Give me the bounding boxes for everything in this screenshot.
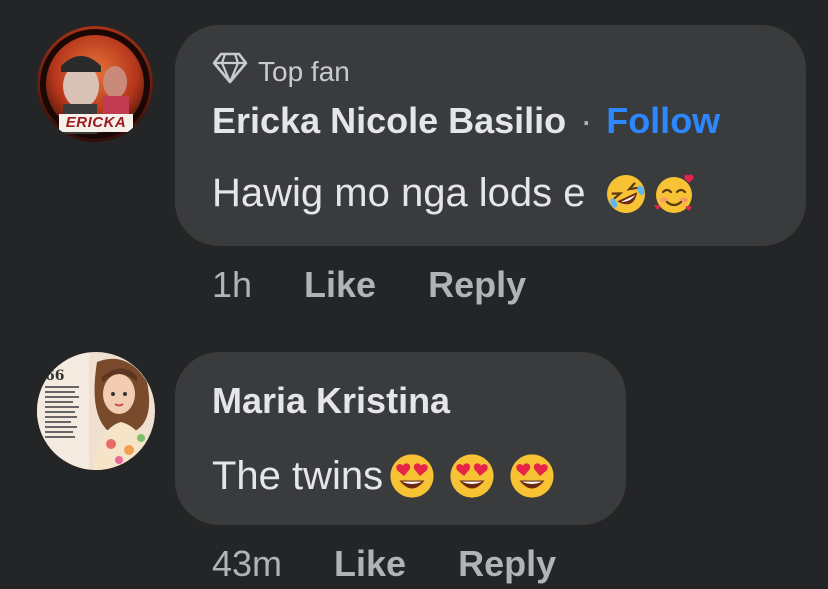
like-button[interactable]: Like bbox=[334, 543, 406, 585]
avatar[interactable]: 66 bbox=[37, 352, 155, 470]
comment-text-row: Hawig mo nga lods e bbox=[212, 171, 696, 216]
avatar-caption: ERICKA bbox=[65, 114, 127, 131]
reply-button[interactable]: Reply bbox=[458, 543, 556, 585]
comment-actions: 1h Like Reply bbox=[212, 264, 526, 306]
author-row: Ericka Nicole Basilio · Follow bbox=[212, 100, 720, 142]
author-name[interactable]: Ericka Nicole Basilio bbox=[212, 100, 566, 141]
comment-text-row: The twins bbox=[212, 451, 557, 501]
diamond-icon bbox=[212, 52, 248, 91]
smiling-face-with-hearts-emoji bbox=[654, 174, 694, 213]
comment-text: Hawig mo nga lods e bbox=[212, 171, 586, 215]
heart-eyes-emoji bbox=[450, 454, 494, 498]
heart-eyes-emoji bbox=[510, 454, 554, 498]
heart-eyes-emoji bbox=[390, 454, 434, 498]
separator-dot: · bbox=[580, 100, 593, 141]
comment-actions: 43m Like Reply bbox=[212, 543, 556, 585]
comment-text: The twins bbox=[212, 453, 384, 498]
avatar[interactable]: ERICKA bbox=[37, 26, 153, 142]
avatar-image: 66 bbox=[37, 352, 155, 470]
author-row: Maria Kristina bbox=[212, 380, 450, 422]
top-fan-label: Top fan bbox=[258, 55, 350, 87]
svg-text:66: 66 bbox=[45, 368, 64, 384]
rolling-on-floor-laughing-emoji bbox=[606, 174, 645, 213]
author-name[interactable]: Maria Kristina bbox=[212, 380, 450, 421]
like-button[interactable]: Like bbox=[304, 264, 376, 306]
follow-button[interactable]: Follow bbox=[606, 100, 720, 141]
top-fan-badge: Top fan bbox=[212, 52, 350, 91]
timestamp[interactable]: 1h bbox=[212, 264, 252, 306]
reply-button[interactable]: Reply bbox=[428, 264, 526, 306]
timestamp[interactable]: 43m bbox=[212, 543, 282, 585]
